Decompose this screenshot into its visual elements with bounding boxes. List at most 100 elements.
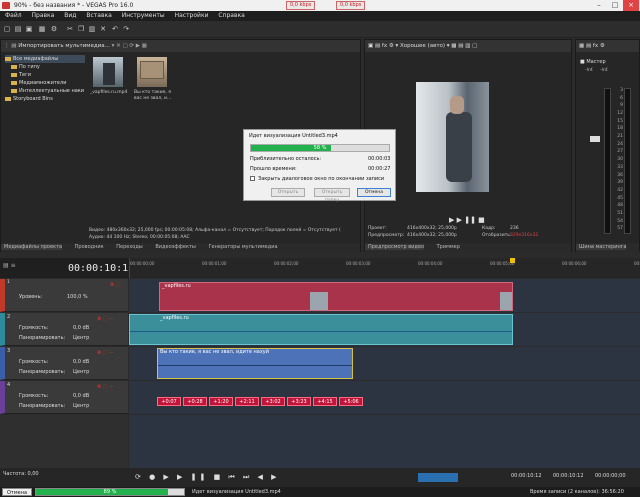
- ruler-tick-label: 00:00:00;00: [130, 261, 155, 266]
- menu-edit[interactable]: Правка: [32, 12, 55, 19]
- media-thumbnail-video[interactable]: [93, 57, 123, 87]
- menu-tools[interactable]: Инструменты: [122, 12, 165, 19]
- tab-trimmer[interactable]: Триммер: [434, 244, 460, 250]
- preview-quality-select[interactable]: Хорошее (авто): [400, 43, 445, 49]
- minimize-button[interactable]: –: [591, 0, 607, 11]
- main-toolbar: ▢ ▤ ▣ ▦ ⚙ ✂ ❐ ▥ ✕ ↶ ↷: [0, 21, 640, 38]
- audio-clip[interactable]: _vapfiles.ru: [129, 314, 513, 345]
- pitch-marker[interactable]: +2:11: [235, 397, 259, 406]
- menu-bar: Файл Правка Вид Вставка Инструменты Наст…: [0, 11, 640, 21]
- open-button[interactable]: Открыть: [271, 188, 305, 197]
- paste-icon[interactable]: ▥: [88, 25, 96, 33]
- open-folder-button[interactable]: Открыть папку: [314, 188, 350, 203]
- kbps-left: 0,0 kbps: [286, 1, 316, 10]
- tab-transitions[interactable]: Переходы: [113, 244, 143, 250]
- close-button[interactable]: ×: [623, 0, 639, 11]
- timeline-menu-icon[interactable]: ▤ ≡: [3, 262, 16, 269]
- pitch-marker[interactable]: +3:02: [261, 397, 285, 406]
- track-2-area: _vapfiles.ru: [129, 313, 640, 346]
- pitch-marker[interactable]: +0:07: [157, 397, 181, 406]
- track-fx-icon[interactable]: ⊗ ⬚ ⋯: [97, 316, 114, 322]
- tab-media-generators[interactable]: Генераторы мультимедиа: [205, 244, 277, 250]
- timeline-timecode: 00:00:10:12: [68, 263, 135, 274]
- media-panel-menu-icon[interactable]: ⋮ ▤: [4, 43, 18, 49]
- meter-tick-label: 27: [617, 149, 623, 155]
- transport-buttons[interactable]: ⟳ ● ▶ ▶ ❚❚ ■ ⏮ ⏭ ◀ ▶: [135, 473, 279, 482]
- track-2-header[interactable]: 2 Громкость: 0,0 dB Панорамировать: Цент…: [0, 313, 128, 346]
- media-panel-tabs: Медиафайлы проекта Проводник Переходы Ви…: [1, 243, 360, 252]
- bin-media-multipliers[interactable]: Медиамножители: [5, 79, 85, 87]
- meter-tick-label: 6: [620, 95, 623, 101]
- preview-tools-icons[interactable]: ▣ ▤ fx ⚙ ▾: [368, 43, 400, 49]
- bin-smart[interactable]: Интеллектуальные наки: [5, 87, 85, 95]
- tab-master-bus[interactable]: Шина мастеринга: [576, 244, 627, 250]
- track-4-header[interactable]: 4 Громкость: 0,0 dB Панорамировать: Цент…: [0, 381, 128, 414]
- settings-icon[interactable]: ⚙: [50, 25, 58, 33]
- menu-view[interactable]: Вид: [64, 12, 76, 19]
- selection-end-time: 00:00:10:12: [553, 473, 584, 479]
- meter-tick-label: 45: [617, 195, 623, 201]
- tab-project-media[interactable]: Медиафайлы проекта: [1, 244, 63, 250]
- menu-help[interactable]: Справка: [218, 12, 244, 19]
- open-icon[interactable]: ▤: [14, 25, 22, 33]
- audio-clip[interactable]: Вы кто такие, я вас не звал, идите нахуй: [157, 348, 353, 379]
- import-media-button[interactable]: Импортировать мультимедиа...: [18, 43, 110, 49]
- kbps-right: 0,0 kbps: [336, 1, 366, 10]
- tab-video-preview[interactable]: Предпросмотр видео: [365, 244, 425, 250]
- pitch-marker[interactable]: +3:23: [287, 397, 311, 406]
- track-3-header[interactable]: 3 Громкость: 0,0 dB Панорамировать: Цент…: [0, 347, 128, 380]
- track-fx-icon[interactable]: ⊗ ⬚: [110, 282, 121, 288]
- tab-explorer[interactable]: Проводник: [72, 244, 104, 250]
- display-label: Отобразить:: [482, 233, 512, 238]
- track-fx-icon[interactable]: ⊗ ⬚ ⋯: [97, 384, 114, 390]
- pitch-marker[interactable]: +5:06: [339, 397, 363, 406]
- timeline-ruler[interactable]: 00:00:00;00 00:00:01;00 00:00:02;00 00:00:0…: [129, 258, 640, 278]
- track-level-value: 100,0 %: [67, 294, 88, 300]
- master-tools-icons[interactable]: ▦ ▤ fx ⚙: [579, 43, 605, 49]
- menu-file[interactable]: Файл: [5, 12, 22, 19]
- new-project-icon[interactable]: ▢: [3, 25, 11, 33]
- playhead-marker[interactable]: [510, 258, 515, 263]
- media-thumbnail-clip[interactable]: [137, 57, 167, 87]
- copy-icon[interactable]: ❐: [77, 25, 85, 33]
- status-cancel-button[interactable]: Отмена: [2, 488, 33, 496]
- close-on-finish-checkbox[interactable]: [250, 176, 255, 181]
- elapsed-label: Прошло времени:: [250, 166, 297, 172]
- tab-video-fx[interactable]: Видеоэффекты: [152, 244, 196, 250]
- redo-icon[interactable]: ↷: [122, 25, 130, 33]
- preview-frame: [416, 82, 489, 192]
- bin-tags[interactable]: Теги: [5, 71, 85, 79]
- cancel-button[interactable]: Отмена: [357, 188, 391, 197]
- clip-thumbnail: [310, 292, 328, 310]
- selection-length-time: 00:00:00;00: [595, 473, 626, 479]
- track-1-header[interactable]: 1 Уровень: 100,0 % ⊗ ⬚: [0, 279, 128, 312]
- pitch-marker[interactable]: +0:28: [183, 397, 207, 406]
- track-number: 3: [7, 348, 11, 354]
- properties-icon[interactable]: ▦: [38, 25, 46, 33]
- menu-insert[interactable]: Вставка: [86, 12, 111, 19]
- master-title: ■ Мастер: [580, 59, 606, 65]
- edit-mode-buttons[interactable]: [418, 473, 458, 482]
- menu-settings[interactable]: Настройки: [175, 12, 209, 19]
- bin-all-media[interactable]: Все медиафайлы: [5, 55, 85, 63]
- undo-icon[interactable]: ↶: [111, 25, 119, 33]
- record-time: Время записи (2 каналов): 36:56:20: [530, 489, 624, 495]
- track-pan-label: Панорамировать:: [19, 335, 66, 341]
- timeline-empty-area[interactable]: [129, 415, 640, 468]
- bin-by-type[interactable]: По типу: [5, 63, 85, 71]
- save-icon[interactable]: ▣: [25, 25, 33, 33]
- folder-icon: [5, 96, 11, 101]
- status-bar: Отмена 89 % Идет визуализация Untitled3.…: [0, 487, 640, 497]
- delete-icon[interactable]: ✕: [99, 25, 107, 33]
- master-fader-handle[interactable]: [590, 136, 600, 142]
- maximize-button[interactable]: □: [607, 0, 623, 11]
- meter-tick-label: 15: [617, 118, 623, 124]
- bin-storyboard[interactable]: Storyboard Bins: [5, 95, 85, 103]
- preview-transport-icons[interactable]: ▶ ▶ ❚❚ ■: [449, 216, 485, 224]
- video-clip[interactable]: _vapfiles.ru: [159, 282, 513, 311]
- pitch-marker[interactable]: +4:15: [313, 397, 337, 406]
- track-fx-icon[interactable]: ⊗ ⬚ ⋯: [97, 350, 114, 356]
- dropdown-chevron-icon[interactable]: ▾ ✕ ▢ ⟳ ▶ ▦: [112, 43, 147, 49]
- pitch-marker[interactable]: +1:20: [209, 397, 233, 406]
- cut-icon[interactable]: ✂: [66, 25, 74, 33]
